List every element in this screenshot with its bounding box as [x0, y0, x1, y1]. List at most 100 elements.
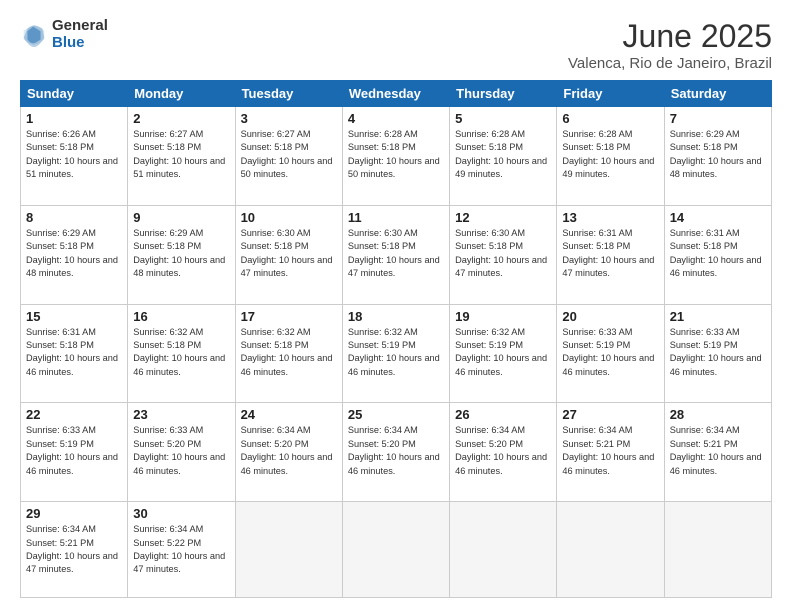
day-info: Sunrise: 6:27 AMSunset: 5:18 PMDaylight:… [241, 129, 333, 179]
calendar-day-cell: 19 Sunrise: 6:32 AMSunset: 5:19 PMDaylig… [450, 304, 557, 403]
subtitle: Valenca, Rio de Janeiro, Brazil [568, 55, 772, 72]
calendar-week-row: 1 Sunrise: 6:26 AMSunset: 5:18 PMDayligh… [21, 107, 772, 206]
day-number: 23 [133, 407, 229, 422]
day-info: Sunrise: 6:32 AMSunset: 5:18 PMDaylight:… [241, 327, 333, 377]
day-info: Sunrise: 6:34 AMSunset: 5:21 PMDaylight:… [26, 524, 118, 574]
calendar-day-cell: 24 Sunrise: 6:34 AMSunset: 5:20 PMDaylig… [235, 403, 342, 502]
day-number: 26 [455, 407, 551, 422]
day-number: 29 [26, 506, 122, 521]
calendar-day-cell: 28 Sunrise: 6:34 AMSunset: 5:21 PMDaylig… [664, 403, 771, 502]
day-info: Sunrise: 6:28 AMSunset: 5:18 PMDaylight:… [348, 129, 440, 179]
day-info: Sunrise: 6:32 AMSunset: 5:19 PMDaylight:… [348, 327, 440, 377]
calendar-day-cell: 18 Sunrise: 6:32 AMSunset: 5:19 PMDaylig… [342, 304, 449, 403]
title-section: June 2025 Valenca, Rio de Janeiro, Brazi… [568, 18, 772, 72]
day-info: Sunrise: 6:32 AMSunset: 5:19 PMDaylight:… [455, 327, 547, 377]
day-number: 22 [26, 407, 122, 422]
day-info: Sunrise: 6:30 AMSunset: 5:18 PMDaylight:… [348, 228, 440, 278]
calendar-day-cell [664, 502, 771, 598]
calendar-header: SundayMondayTuesdayWednesdayThursdayFrid… [21, 81, 772, 107]
day-number: 7 [670, 111, 766, 126]
day-number: 27 [562, 407, 658, 422]
calendar-day-cell: 21 Sunrise: 6:33 AMSunset: 5:19 PMDaylig… [664, 304, 771, 403]
calendar-header-cell: Monday [128, 81, 235, 107]
day-info: Sunrise: 6:31 AMSunset: 5:18 PMDaylight:… [670, 228, 762, 278]
calendar-header-cell: Saturday [664, 81, 771, 107]
day-number: 8 [26, 210, 122, 225]
calendar-day-cell: 8 Sunrise: 6:29 AMSunset: 5:18 PMDayligh… [21, 205, 128, 304]
calendar-day-cell: 6 Sunrise: 6:28 AMSunset: 5:18 PMDayligh… [557, 107, 664, 206]
calendar-week-row: 8 Sunrise: 6:29 AMSunset: 5:18 PMDayligh… [21, 205, 772, 304]
day-info: Sunrise: 6:27 AMSunset: 5:18 PMDaylight:… [133, 129, 225, 179]
day-number: 18 [348, 309, 444, 324]
day-number: 9 [133, 210, 229, 225]
day-number: 17 [241, 309, 337, 324]
day-info: Sunrise: 6:34 AMSunset: 5:21 PMDaylight:… [670, 425, 762, 475]
calendar-day-cell [557, 502, 664, 598]
calendar-day-cell: 7 Sunrise: 6:29 AMSunset: 5:18 PMDayligh… [664, 107, 771, 206]
calendar-day-cell: 20 Sunrise: 6:33 AMSunset: 5:19 PMDaylig… [557, 304, 664, 403]
calendar-day-cell: 11 Sunrise: 6:30 AMSunset: 5:18 PMDaylig… [342, 205, 449, 304]
calendar-day-cell: 22 Sunrise: 6:33 AMSunset: 5:19 PMDaylig… [21, 403, 128, 502]
calendar-day-cell: 10 Sunrise: 6:30 AMSunset: 5:18 PMDaylig… [235, 205, 342, 304]
day-info: Sunrise: 6:28 AMSunset: 5:18 PMDaylight:… [455, 129, 547, 179]
day-number: 4 [348, 111, 444, 126]
calendar-header-cell: Friday [557, 81, 664, 107]
calendar-day-cell: 12 Sunrise: 6:30 AMSunset: 5:18 PMDaylig… [450, 205, 557, 304]
calendar-day-cell: 29 Sunrise: 6:34 AMSunset: 5:21 PMDaylig… [21, 502, 128, 598]
calendar-day-cell: 15 Sunrise: 6:31 AMSunset: 5:18 PMDaylig… [21, 304, 128, 403]
day-info: Sunrise: 6:26 AMSunset: 5:18 PMDaylight:… [26, 129, 118, 179]
day-info: Sunrise: 6:31 AMSunset: 5:18 PMDaylight:… [26, 327, 118, 377]
day-info: Sunrise: 6:29 AMSunset: 5:18 PMDaylight:… [133, 228, 225, 278]
day-number: 28 [670, 407, 766, 422]
calendar-body: 1 Sunrise: 6:26 AMSunset: 5:18 PMDayligh… [21, 107, 772, 598]
day-number: 12 [455, 210, 551, 225]
day-info: Sunrise: 6:33 AMSunset: 5:19 PMDaylight:… [562, 327, 654, 377]
day-number: 30 [133, 506, 229, 521]
calendar-day-cell: 16 Sunrise: 6:32 AMSunset: 5:18 PMDaylig… [128, 304, 235, 403]
day-info: Sunrise: 6:34 AMSunset: 5:20 PMDaylight:… [241, 425, 333, 475]
calendar-day-cell: 30 Sunrise: 6:34 AMSunset: 5:22 PMDaylig… [128, 502, 235, 598]
day-info: Sunrise: 6:33 AMSunset: 5:20 PMDaylight:… [133, 425, 225, 475]
calendar-day-cell: 27 Sunrise: 6:34 AMSunset: 5:21 PMDaylig… [557, 403, 664, 502]
day-info: Sunrise: 6:29 AMSunset: 5:18 PMDaylight:… [26, 228, 118, 278]
day-info: Sunrise: 6:34 AMSunset: 5:20 PMDaylight:… [348, 425, 440, 475]
calendar-day-cell: 26 Sunrise: 6:34 AMSunset: 5:20 PMDaylig… [450, 403, 557, 502]
top-section: General Blue June 2025 Valenca, Rio de J… [20, 18, 772, 72]
day-number: 24 [241, 407, 337, 422]
calendar-day-cell: 14 Sunrise: 6:31 AMSunset: 5:18 PMDaylig… [664, 205, 771, 304]
day-number: 5 [455, 111, 551, 126]
calendar-header-cell: Tuesday [235, 81, 342, 107]
calendar-table: SundayMondayTuesdayWednesdayThursdayFrid… [20, 80, 772, 598]
day-info: Sunrise: 6:34 AMSunset: 5:22 PMDaylight:… [133, 524, 225, 574]
calendar-day-cell: 25 Sunrise: 6:34 AMSunset: 5:20 PMDaylig… [342, 403, 449, 502]
day-number: 6 [562, 111, 658, 126]
calendar-day-cell: 17 Sunrise: 6:32 AMSunset: 5:18 PMDaylig… [235, 304, 342, 403]
calendar-day-cell [342, 502, 449, 598]
calendar-header-cell: Thursday [450, 81, 557, 107]
day-info: Sunrise: 6:30 AMSunset: 5:18 PMDaylight:… [455, 228, 547, 278]
day-number: 25 [348, 407, 444, 422]
calendar-day-cell: 13 Sunrise: 6:31 AMSunset: 5:18 PMDaylig… [557, 205, 664, 304]
logo-general: General [52, 18, 108, 35]
calendar-week-row: 15 Sunrise: 6:31 AMSunset: 5:18 PMDaylig… [21, 304, 772, 403]
day-number: 1 [26, 111, 122, 126]
calendar-week-row: 29 Sunrise: 6:34 AMSunset: 5:21 PMDaylig… [21, 502, 772, 598]
logo: General Blue [20, 18, 108, 51]
day-info: Sunrise: 6:34 AMSunset: 5:20 PMDaylight:… [455, 425, 547, 475]
day-number: 11 [348, 210, 444, 225]
calendar-day-cell: 1 Sunrise: 6:26 AMSunset: 5:18 PMDayligh… [21, 107, 128, 206]
day-number: 13 [562, 210, 658, 225]
day-info: Sunrise: 6:33 AMSunset: 5:19 PMDaylight:… [670, 327, 762, 377]
day-number: 15 [26, 309, 122, 324]
main-title: June 2025 [568, 18, 772, 55]
day-number: 3 [241, 111, 337, 126]
calendar-day-cell [450, 502, 557, 598]
calendar-day-cell: 9 Sunrise: 6:29 AMSunset: 5:18 PMDayligh… [128, 205, 235, 304]
day-info: Sunrise: 6:33 AMSunset: 5:19 PMDaylight:… [26, 425, 118, 475]
day-info: Sunrise: 6:30 AMSunset: 5:18 PMDaylight:… [241, 228, 333, 278]
calendar-week-row: 22 Sunrise: 6:33 AMSunset: 5:19 PMDaylig… [21, 403, 772, 502]
day-number: 16 [133, 309, 229, 324]
day-number: 19 [455, 309, 551, 324]
calendar-day-cell [235, 502, 342, 598]
calendar-day-cell: 23 Sunrise: 6:33 AMSunset: 5:20 PMDaylig… [128, 403, 235, 502]
